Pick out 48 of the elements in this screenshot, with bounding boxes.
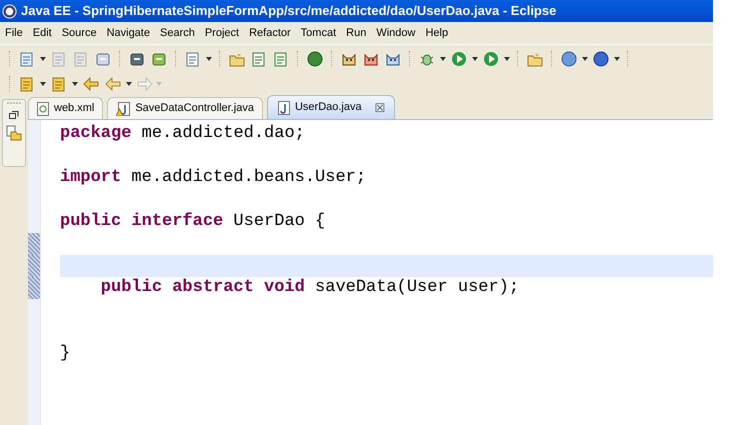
menu-item[interactable]: Tomcat bbox=[296, 24, 342, 42]
run-icon[interactable] bbox=[451, 51, 467, 67]
dropdown-caret-icon[interactable] bbox=[206, 57, 212, 61]
editor-tab[interactable]: SaveDataController.java bbox=[107, 97, 263, 119]
change-marker bbox=[28, 233, 40, 255]
dropdown-caret-icon[interactable] bbox=[582, 57, 588, 61]
menu-item[interactable]: Navigate bbox=[102, 24, 155, 42]
menu-item[interactable]: Refactor bbox=[244, 24, 296, 42]
close-tab-button[interactable]: ☒ bbox=[374, 98, 386, 116]
java-file-icon bbox=[276, 100, 290, 114]
folder-icon[interactable] bbox=[229, 51, 245, 67]
cat-icon[interactable] bbox=[341, 51, 357, 67]
eclipse-logo-icon bbox=[2, 4, 17, 18]
dropdown-caret-icon[interactable] bbox=[40, 82, 46, 86]
menu-item[interactable]: Window bbox=[371, 24, 420, 42]
menu-item[interactable]: Source bbox=[56, 24, 102, 42]
change-marker bbox=[28, 277, 40, 299]
change-marker bbox=[28, 255, 40, 277]
code-line: public abstract void saveData(User user); bbox=[100, 277, 520, 299]
restore-icon[interactable] bbox=[9, 110, 19, 119]
editor-tab[interactable]: UserDao.java ☒ bbox=[266, 95, 395, 119]
cat-restart-icon[interactable] bbox=[385, 51, 401, 67]
cat-stop-icon[interactable] bbox=[363, 51, 379, 67]
package-explorer-icon[interactable] bbox=[6, 125, 22, 141]
code-line: import me.addicted.beans.User; bbox=[60, 167, 368, 189]
dropdown-caret-icon[interactable] bbox=[504, 57, 510, 61]
window-title: Java EE - SpringHibernateSimpleFormApp/src/me/addicted/dao/UserDao.java - Eclipse bbox=[21, 2, 556, 20]
code-line: } bbox=[60, 343, 72, 365]
dropdown-caret-icon[interactable] bbox=[40, 57, 46, 61]
dropdown-caret-icon[interactable] bbox=[440, 57, 446, 61]
menu-item[interactable]: Help bbox=[420, 24, 454, 42]
menu-item[interactable]: Run bbox=[341, 24, 372, 42]
dropdown-caret-icon[interactable] bbox=[614, 57, 620, 61]
menu-item[interactable]: Project bbox=[200, 24, 244, 42]
menu-item[interactable]: Edit bbox=[28, 24, 57, 42]
menu-item[interactable]: File bbox=[0, 24, 28, 42]
code-line: public interface UserDao { bbox=[60, 211, 326, 233]
menu-item[interactable]: Search bbox=[154, 24, 200, 42]
back-arrow-icon[interactable] bbox=[105, 76, 121, 92]
editor-tab[interactable]: web.xml bbox=[28, 97, 104, 119]
folder-icon[interactable] bbox=[527, 51, 543, 67]
dropdown-caret-icon[interactable] bbox=[472, 57, 478, 61]
code-line: package me.addicted.dao; bbox=[60, 123, 306, 145]
dropdown-caret-icon[interactable] bbox=[72, 82, 78, 86]
dropdown-caret-icon[interactable] bbox=[126, 82, 132, 86]
xml-file-icon bbox=[37, 102, 49, 116]
java-file-warning-icon bbox=[116, 102, 130, 116]
run-server-icon[interactable] bbox=[483, 51, 499, 67]
